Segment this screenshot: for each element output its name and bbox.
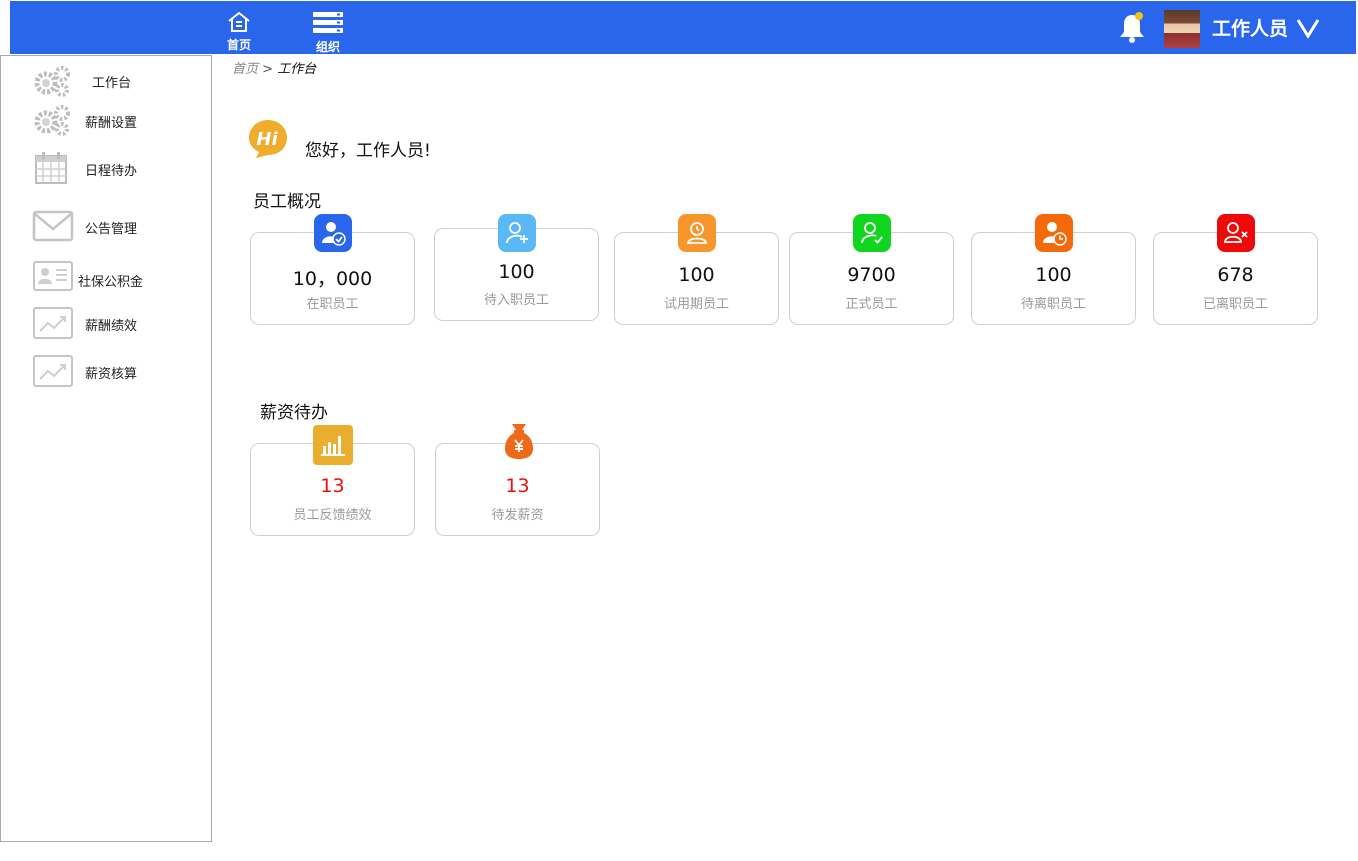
- sidebar-item-label: 工作台: [92, 76, 132, 91]
- calendar-icon: [35, 152, 67, 184]
- trend-chart-icon: [33, 307, 73, 339]
- sidebar-item-label: 薪酬绩效: [85, 319, 138, 334]
- id-card-icon: [33, 261, 73, 291]
- user-name[interactable]: 工作人员: [1212, 17, 1288, 41]
- sidebar-item-payroll[interactable]: 薪资核算: [1, 352, 211, 392]
- user-clock-icon: [678, 214, 716, 252]
- money-bag-icon: [500, 422, 538, 460]
- trend-chart-icon: [33, 355, 73, 387]
- sidebar-item-workbench[interactable]: 工作台: [1, 61, 211, 101]
- breadcrumb-home[interactable]: 首页: [232, 62, 258, 77]
- hi-badge: Hi: [248, 119, 288, 159]
- stat-value: 678: [1217, 264, 1254, 286]
- notification-button[interactable]: [1117, 11, 1147, 45]
- stat-value: 9700: [847, 264, 896, 286]
- sidebar-item-label: 薪资核算: [85, 367, 138, 382]
- payroll-title: 薪资待办: [260, 403, 328, 423]
- gears-icon: [34, 66, 70, 97]
- nav-organization[interactable]: 组织: [308, 11, 348, 54]
- home-icon: [228, 11, 250, 32]
- envelope-icon: [32, 210, 74, 242]
- greeting-text: 您好，工作人员!: [305, 141, 431, 161]
- stat-label: 已离职员工: [1202, 297, 1268, 312]
- user-remove-icon: [1217, 214, 1255, 252]
- hi-badge-text: Hi: [256, 129, 278, 150]
- breadcrumb-separator: >: [262, 62, 274, 77]
- stat-label: 试用期员工: [663, 297, 729, 312]
- bar-chart-icon: [313, 425, 353, 465]
- stat-label: 正式员工: [845, 297, 898, 312]
- stat-value: 100: [498, 261, 535, 283]
- sidebar-item-label: 薪酬设置: [85, 116, 138, 131]
- sidebar-item-label: 日程待办: [85, 164, 138, 179]
- stat-label: 在职员工: [306, 297, 359, 312]
- sidebar: 工作台 薪酬设置 日程待办 公告管理 社保公积金 薪酬绩效 薪资核算: [0, 55, 212, 842]
- sidebar-item-label: 社保公积金: [78, 275, 144, 290]
- nav-organization-label: 组织: [315, 40, 340, 54]
- overview-title: 员工概况: [253, 192, 321, 212]
- server-icon: [313, 12, 343, 33]
- top-navbar: 首页 组织 工作人员: [10, 1, 1356, 54]
- user-leaving-icon: [1035, 214, 1073, 252]
- stat-value: 10，000: [292, 268, 373, 290]
- user-menu-toggle[interactable]: [1296, 17, 1320, 39]
- todo-value: 13: [320, 475, 345, 497]
- bell-icon: [1120, 12, 1144, 43]
- sidebar-item-schedule[interactable]: 日程待办: [1, 148, 211, 188]
- stat-label: 待离职员工: [1020, 297, 1086, 312]
- avatar[interactable]: [1164, 10, 1200, 48]
- speech-bubble-icon: Hi: [249, 120, 287, 158]
- employee-check-icon: [314, 214, 352, 252]
- sidebar-item-label: 公告管理: [85, 222, 138, 237]
- todo-value: 13: [505, 475, 530, 497]
- chevron-down-icon: [1296, 19, 1320, 39]
- todo-label: 待发薪资: [491, 508, 544, 523]
- breadcrumb: 首页 > 工作台: [232, 58, 316, 77]
- user-check-icon: [853, 214, 891, 252]
- sidebar-item-announcements[interactable]: 公告管理: [1, 206, 211, 246]
- user-add-icon: [498, 214, 536, 252]
- nav-home-label: 首页: [226, 38, 251, 52]
- sidebar-item-performance[interactable]: 薪酬绩效: [1, 304, 211, 344]
- stat-value: 100: [1035, 264, 1072, 286]
- nav-home[interactable]: 首页: [219, 11, 259, 52]
- gears-icon: [34, 105, 70, 136]
- stat-value: 100: [678, 264, 715, 286]
- stat-label: 待入职员工: [483, 293, 549, 308]
- sidebar-item-social-security[interactable]: 社保公积金: [1, 258, 211, 298]
- todo-label: 员工反馈绩效: [293, 508, 372, 523]
- sidebar-item-salary-settings[interactable]: 薪酬设置: [1, 101, 211, 141]
- breadcrumb-current: 工作台: [277, 62, 317, 77]
